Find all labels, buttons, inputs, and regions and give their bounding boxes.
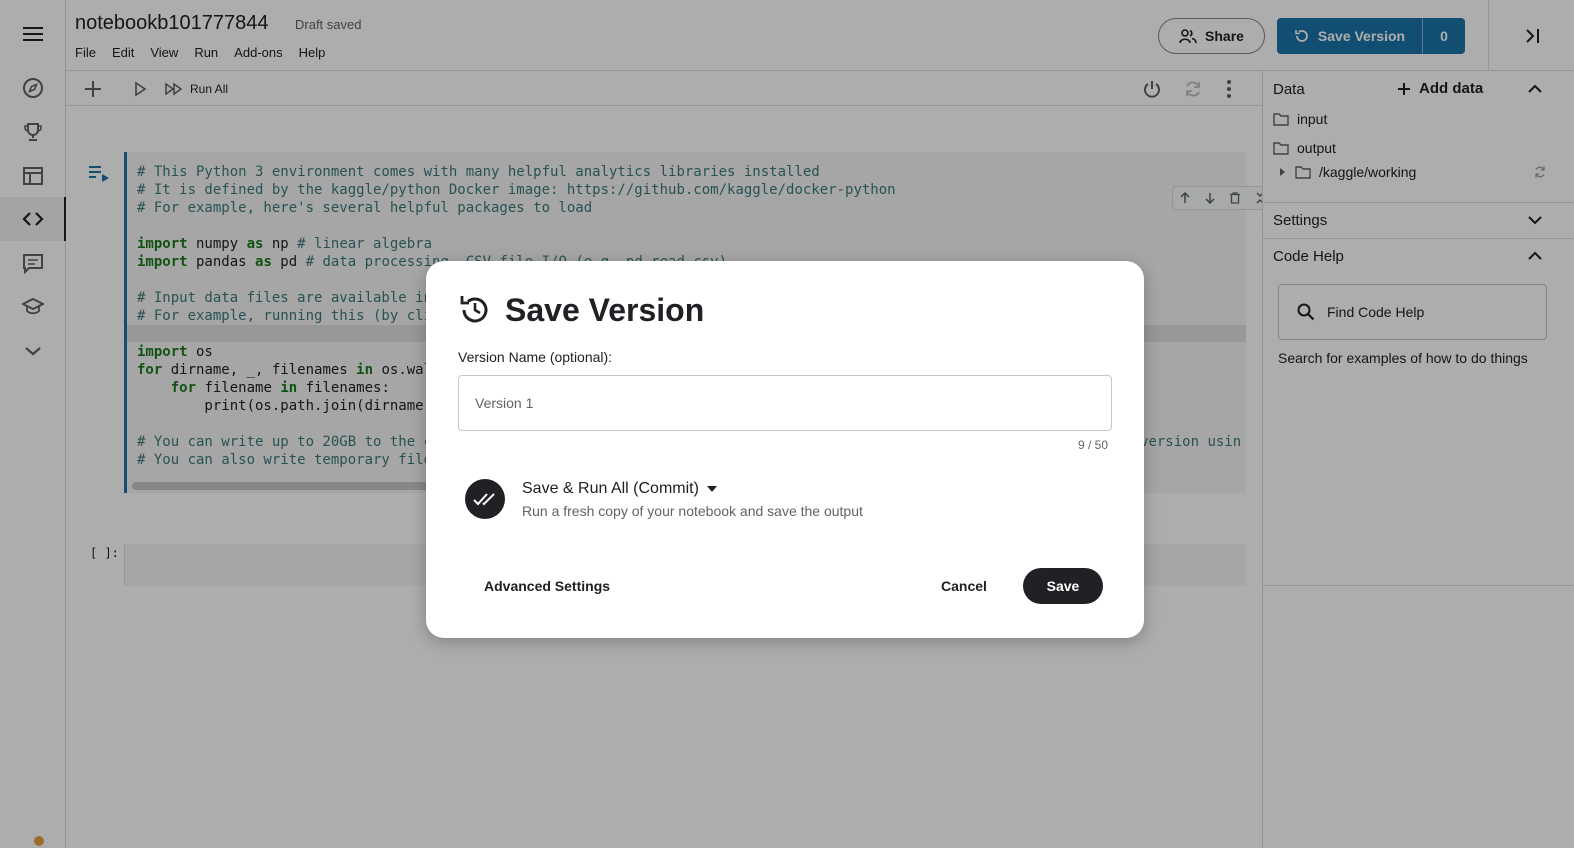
- dialog-title: Save Version: [505, 292, 705, 328]
- version-name-input[interactable]: [458, 375, 1112, 431]
- caret-down-icon: [706, 486, 717, 492]
- save-version-dialog: Save Version Version Name (optional): 9 …: [426, 261, 1144, 638]
- version-name-label: Version Name (optional):: [458, 349, 613, 365]
- save-type-description: Run a fresh copy of your notebook and sa…: [522, 503, 863, 519]
- commit-option-icon: [465, 479, 505, 519]
- character-counter: 9 / 50: [1077, 438, 1108, 452]
- history-icon: [458, 293, 492, 327]
- save-type-dropdown[interactable]: Save & Run All (Commit): [522, 480, 717, 498]
- save-button[interactable]: Save: [1023, 568, 1103, 604]
- advanced-settings-button[interactable]: Advanced Settings: [484, 578, 610, 594]
- double-check-icon: [473, 493, 495, 506]
- kaggle-notebook-editor: notebookb101777844 Draft saved File Edit…: [0, 0, 1574, 848]
- save-type-label: Save & Run All (Commit): [522, 480, 699, 497]
- cancel-button[interactable]: Cancel: [941, 578, 987, 594]
